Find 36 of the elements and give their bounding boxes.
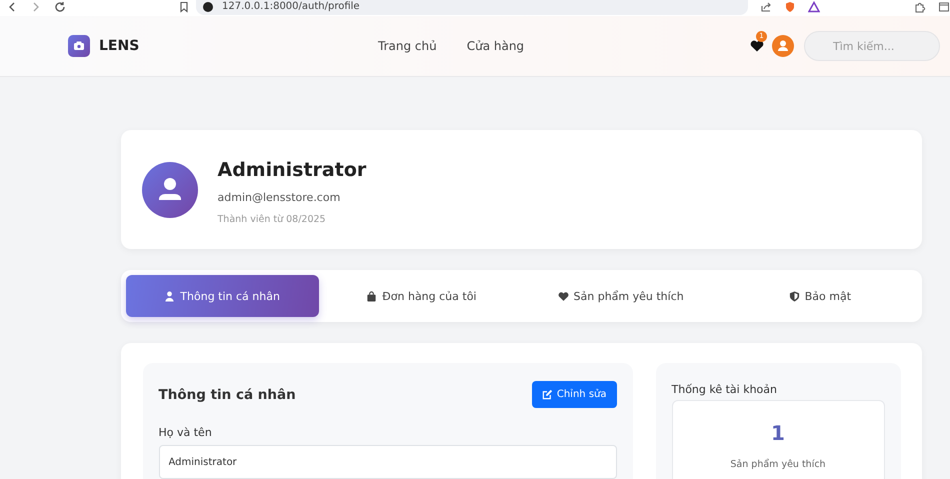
edit-button[interactable]: Chỉnh sửa [532, 381, 616, 408]
puzzle-icon[interactable] [914, 1, 926, 13]
address-bar[interactable]: 127.0.0.1:8000/auth/profile [196, 0, 748, 15]
nav-link[interactable]: Trang chủ [378, 39, 437, 53]
profile-avatar-icon [142, 162, 198, 218]
camera-icon[interactable] [68, 35, 90, 57]
brand-name[interactable]: LENS [99, 38, 140, 54]
shopping-bag-icon [366, 290, 378, 302]
bookmark-icon[interactable] [178, 1, 190, 13]
profile-email: admin@lensstore.com [218, 190, 342, 204]
window-icon[interactable] [938, 1, 950, 13]
profile-tab[interactable]: Bảo mật [723, 275, 916, 317]
field-label: Họ và tên [158, 426, 213, 439]
profile-tab[interactable]: Thông tin cá nhân [126, 275, 319, 317]
stat-label: Sản phẩm yêu thích [730, 459, 826, 470]
section-title: Thông tin cá nhân [158, 386, 296, 402]
shield-icon[interactable] [784, 1, 796, 13]
nav-link[interactable]: Cửa hàng [466, 39, 524, 53]
triangle-icon[interactable] [808, 1, 820, 13]
info-icon [202, 1, 214, 13]
stat-value: 1 [771, 421, 785, 445]
shield-icon [788, 290, 800, 302]
reload-icon[interactable] [54, 1, 66, 13]
share-icon[interactable] [760, 1, 772, 13]
search-field[interactable]: Tìm kiếm... [804, 31, 940, 61]
profile-tab[interactable]: Sản phẩm yêu thích [524, 275, 718, 317]
edit-icon [542, 389, 553, 400]
stats-title: Thống kê tài khoản [672, 383, 778, 396]
member-since-text: Thành viên từ 08/2025 [218, 214, 327, 224]
heart-icon [558, 290, 569, 302]
profile-tab[interactable]: Đơn hàng của tôi [324, 275, 518, 317]
heart-icon[interactable] [750, 40, 764, 52]
user-icon [164, 290, 176, 302]
profile-name: Administrator [218, 158, 366, 180]
input-field[interactable]: Administrator [158, 445, 616, 479]
user-avatar-icon[interactable] [772, 35, 794, 57]
